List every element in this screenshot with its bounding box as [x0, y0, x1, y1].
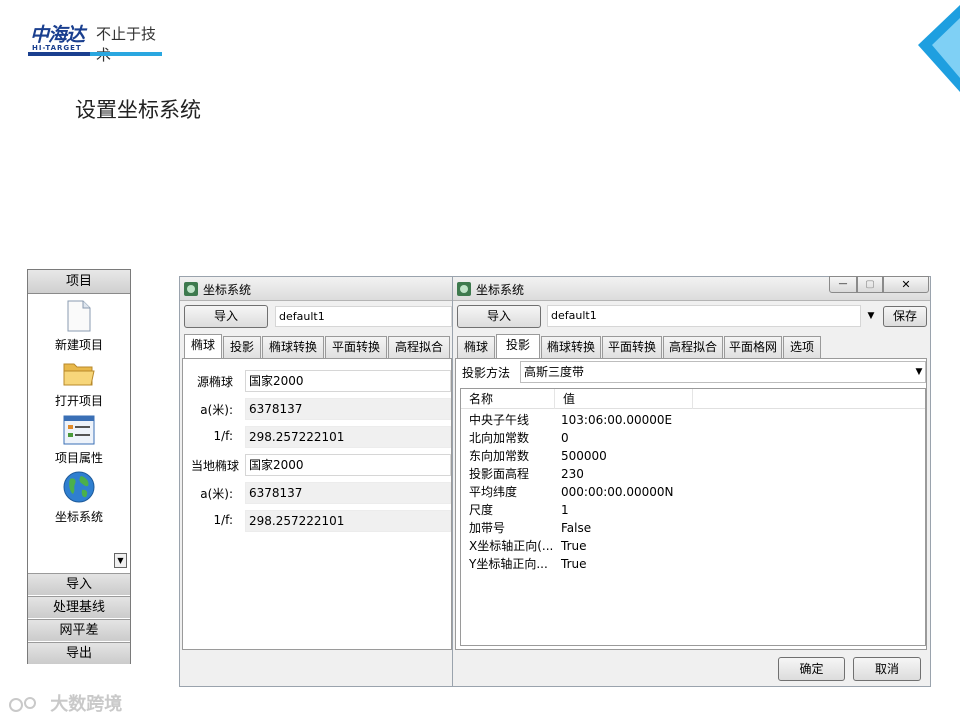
ok-button[interactable]: 确定 — [778, 657, 845, 681]
local-a-value: 6378137 — [245, 482, 451, 504]
tab-options[interactable]: 选项 — [783, 336, 821, 358]
cancel-button[interactable]: 取消 — [853, 657, 921, 681]
tab-bar: 椭球 投影 椭球转换 平面转换 高程拟合 平面格网 选项 — [455, 334, 929, 358]
close-button[interactable]: ✕ — [883, 276, 929, 293]
import-button[interactable]: 导入 — [457, 305, 541, 328]
import-button[interactable]: 导入 — [28, 573, 130, 595]
projection-panel: 投影方法 高斯三度带 ▼ 名称 值 中央子午线 103:06:00.00000E … — [455, 358, 927, 650]
new-project-item[interactable]: 新建项目 — [28, 300, 130, 353]
maximize-button[interactable]: ▢ — [857, 276, 883, 293]
minimize-button[interactable]: — — [829, 276, 857, 293]
tab-plane-grid[interactable]: 平面格网 — [724, 336, 782, 358]
logo-cn-text: 中海达 — [30, 24, 85, 46]
coordinate-system-name-field[interactable]: default1 — [547, 305, 861, 327]
projection-parameters-table: 名称 值 中央子午线 103:06:00.00000E 北向加常数 0 东向加常数 5… — [460, 388, 926, 646]
project-properties-item[interactable]: 项目属性 — [28, 415, 130, 466]
table-header: 名称 值 — [461, 389, 925, 409]
slide-title: 设置坐标系统 — [75, 98, 201, 122]
project-panel: 项目 新建项目 打开项目 项目属性 坐标系统 ▼ 导入 处理基线 网平差 导出 — [27, 269, 131, 664]
ellipsoid-panel: 源椭球 国家2000 a(米): 6378137 1/f: 298.257222… — [182, 358, 452, 650]
import-button[interactable]: 导入 — [184, 305, 268, 328]
source-ellipsoid-label: 源椭球 — [196, 375, 233, 389]
tab-plane-transform[interactable]: 平面转换 — [602, 336, 662, 358]
network-adjustment-button[interactable]: 网平差 — [28, 619, 130, 641]
dialog-title: 坐标系统 — [476, 283, 525, 297]
process-baseline-button[interactable]: 处理基线 — [28, 596, 130, 618]
chevron-down-icon[interactable]: ▼ — [863, 305, 879, 327]
coordinate-system-dialog-projection: 坐标系统 — ▢ ✕ 导入 default1 ▼ 保存 椭球 投影 椭球转换 平… — [452, 276, 931, 687]
coordinate-system-item[interactable]: 坐标系统 — [28, 470, 130, 525]
projection-method-select[interactable]: 高斯三度带 — [520, 361, 926, 383]
project-properties-label: 项目属性 — [54, 451, 103, 465]
logo-slogan: 不止于技术 — [96, 25, 157, 64]
watermark-logo-icon — [9, 697, 36, 712]
tab-ellipsoid[interactable]: 椭球 — [184, 334, 222, 358]
local-f-label: 1/f: — [213, 513, 233, 527]
source-a-label: a(米): — [200, 403, 233, 417]
new-file-icon — [67, 300, 91, 332]
column-header-value: 值 — [555, 389, 693, 409]
folder-icon — [63, 363, 95, 386]
logo-bar-accent — [90, 52, 162, 56]
local-ellipsoid-select[interactable]: 国家2000 — [245, 454, 451, 476]
corner-decoration — [918, 5, 960, 92]
tab-ellipsoid-transform[interactable]: 椭球转换 — [262, 336, 324, 358]
watermark-text: 大数跨境 — [50, 694, 123, 715]
coordinate-system-name-field[interactable]: default1 — [275, 306, 452, 327]
logo-en-text: HI-TARGET — [32, 44, 82, 52]
open-project-label: 打开项目 — [54, 394, 103, 408]
tab-plane-transform[interactable]: 平面转换 — [325, 336, 387, 358]
logo-bar — [28, 52, 90, 56]
app-icon — [184, 282, 198, 296]
dialog-titlebar: 坐标系统 — [180, 277, 452, 301]
local-f-value: 298.257222101 — [245, 510, 451, 532]
coordinate-system-label: 坐标系统 — [54, 510, 103, 524]
tab-ellipsoid[interactable]: 椭球 — [457, 336, 495, 358]
tab-ellipsoid-transform[interactable]: 椭球转换 — [541, 336, 601, 358]
source-ellipsoid-select[interactable]: 国家2000 — [245, 370, 451, 392]
tab-height-fitting[interactable]: 高程拟合 — [388, 336, 450, 358]
open-project-item[interactable]: 打开项目 — [28, 360, 130, 409]
dialog-title: 坐标系统 — [203, 283, 252, 297]
watermark: 大数跨境 — [8, 690, 122, 716]
save-button[interactable]: 保存 — [883, 306, 927, 327]
tab-projection[interactable]: 投影 — [223, 336, 261, 358]
source-a-value: 6378137 — [245, 398, 451, 420]
new-project-label: 新建项目 — [54, 338, 103, 352]
properties-icon — [63, 415, 95, 445]
app-icon — [457, 282, 471, 296]
tab-projection[interactable]: 投影 — [496, 334, 540, 358]
projection-method-label: 投影方法 — [462, 366, 511, 380]
local-ellipsoid-label: 当地椭球 — [190, 459, 239, 473]
scroll-down-button[interactable]: ▼ — [114, 553, 127, 568]
tab-bar: 椭球 投影 椭球转换 平面转换 高程拟合 — [182, 334, 452, 358]
column-header-name: 名称 — [461, 389, 555, 409]
tab-height-fitting[interactable]: 高程拟合 — [663, 336, 723, 358]
globe-icon — [63, 471, 95, 503]
project-panel-header: 项目 — [28, 270, 130, 294]
local-a-label: a(米): — [200, 487, 233, 501]
coordinate-system-dialog-ellipsoid: 坐标系统 导入 default1 椭球 投影 椭球转换 平面转换 高程拟合 源椭… — [179, 276, 453, 687]
export-button[interactable]: 导出 — [28, 642, 130, 664]
source-f-label: 1/f: — [213, 429, 233, 443]
company-logo: 中海达 HI-TARGET 不止于技术 — [28, 20, 163, 64]
chevron-down-icon[interactable]: ▼ — [912, 361, 926, 383]
source-f-value: 298.257222101 — [245, 426, 451, 448]
